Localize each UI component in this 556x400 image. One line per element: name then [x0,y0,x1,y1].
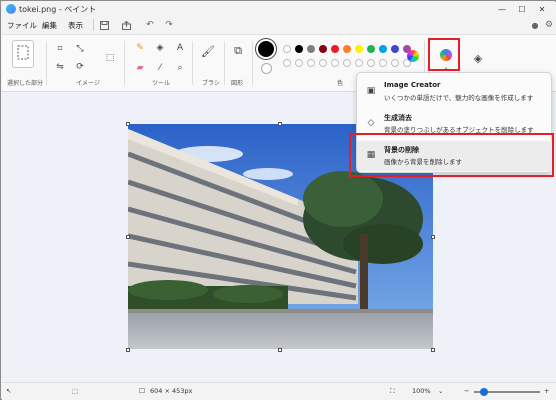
color-swatch[interactable] [379,45,387,53]
custom-color-swatch[interactable] [367,59,375,67]
zoom-out-icon[interactable]: − [464,387,469,395]
colors-group-label: 色 [337,80,344,87]
color-swatch[interactable] [343,45,351,53]
paint-app-icon [6,4,16,14]
secondary-color-swatch[interactable] [261,63,272,74]
color-swatch[interactable] [283,45,291,53]
color-swatch[interactable] [355,45,363,53]
zoom-slider-thumb[interactable] [480,388,488,396]
menu-bar: ファイル 編集 表示 ↶ ↷ ● ⚙ [2,16,556,34]
resize-handle[interactable] [278,122,282,126]
settings-gear-icon[interactable]: ⚙ [543,19,555,31]
selection-size-icon: ⬚ [72,387,79,395]
ribbon-separator [192,41,193,85]
menu-item-image-creator[interactable]: ▣ Image Creator いくつかの単語だけで、魅力的な画像を作成します [357,77,553,107]
magnifier-icon[interactable]: ⌕ [174,62,186,74]
fit-to-window-icon[interactable]: ⛶ [390,387,395,396]
custom-color-swatch[interactable] [283,59,291,67]
account-icon[interactable]: ● [529,19,541,31]
custom-color-swatch[interactable] [343,59,351,67]
color-swatch[interactable] [331,45,339,53]
eraser-icon[interactable]: ▰ [134,62,146,74]
menu-file[interactable]: ファイル [7,20,37,31]
resize-icon[interactable]: ⤡ [74,43,86,55]
image-group-label: イメージ [76,80,100,87]
fill-bucket-icon[interactable]: ◈ [154,42,166,54]
redo-icon[interactable]: ↷ [163,19,175,31]
highlight-box-remove-background [349,133,554,177]
pointer-position-icon: ↖ [6,387,12,395]
image-dimensions: 604 × 453px [150,387,193,395]
resize-handle[interactable] [431,348,435,352]
brush-group-label: ブラシ [202,80,220,87]
color-swatch[interactable] [367,45,375,53]
maximize-button[interactable]: ☐ [512,2,532,16]
chevron-down-icon[interactable]: ⌄ [438,387,443,395]
layers-icon[interactable]: ◈ [472,52,484,65]
status-bar: ↖ ⬚ ☐ 604 × 453px ⛶ 100% ⌄ − + [2,382,556,400]
resize-handle[interactable] [126,235,130,239]
current-color-swatch[interactable] [258,41,274,57]
menu-item-title: Image Creator [384,81,441,89]
ribbon-separator [46,41,47,85]
crop-icon[interactable]: ⌗ [54,43,66,55]
custom-color-swatch[interactable] [331,59,339,67]
menu-item-description: いくつかの単語だけで、魅力的な画像を作成します [384,94,534,102]
menu-item-title: 生成消去 [384,114,412,122]
generative-erase-icon: ◇ [367,118,375,128]
color-swatch[interactable] [391,45,399,53]
selection-tool-button[interactable] [12,40,34,68]
ribbon-separator [252,41,253,85]
image-size-icon: ☐ [139,387,145,395]
custom-color-swatch[interactable] [295,59,303,67]
color-swatch[interactable] [307,45,315,53]
tools-group-label: ツール [152,80,171,87]
brush-icon[interactable]: 🖌 [201,45,215,58]
resize-handle[interactable] [278,348,282,352]
resize-handle[interactable] [126,348,130,352]
custom-color-swatch[interactable] [379,59,387,67]
undo-icon[interactable]: ↶ [144,19,156,31]
custom-color-swatch[interactable] [307,59,315,67]
zoom-level[interactable]: 100% [412,387,431,395]
pencil-icon[interactable]: ✎ [134,42,146,54]
shapes-icon[interactable]: ⧉ [232,44,244,57]
selection-group-label: 選択した部分 [7,80,44,87]
color-swatch[interactable] [319,45,327,53]
menu-edit[interactable]: 編集 [42,20,57,31]
menu-divider [93,19,94,31]
close-button[interactable]: ✕ [532,2,552,16]
highlight-box-copilot [428,38,460,71]
paint-window: tokei.png - ペイント — ☐ ✕ ファイル 編集 表示 ↶ ↷ ● … [0,0,556,400]
resize-handle[interactable] [126,122,130,126]
menu-view[interactable]: 表示 [68,20,83,31]
text-tool-icon[interactable]: A [174,42,186,54]
flip-icon[interactable]: ⇋ [54,61,66,73]
color-swatch[interactable] [295,45,303,53]
resize-handle[interactable] [431,235,435,239]
shapes-group-label: 図形 [231,80,244,87]
zoom-slider[interactable] [474,388,540,396]
minimize-button[interactable]: — [492,2,512,16]
custom-color-swatch[interactable] [319,59,327,67]
share-icon[interactable] [120,19,132,31]
zoom-in-icon[interactable]: + [544,387,549,395]
ribbon-separator [224,41,225,85]
save-icon[interactable] [98,19,110,31]
rotate-icon[interactable]: ⟳ [74,61,86,73]
color-picker-icon[interactable]: ⁄ [154,62,166,74]
edit-colors-icon[interactable] [407,50,419,62]
window-title: tokei.png - ペイント [19,5,97,14]
image-select-icon[interactable]: ⬚ [104,52,116,64]
custom-color-swatch[interactable] [391,59,399,67]
custom-color-swatch[interactable] [355,59,363,67]
title-bar: tokei.png - ペイント — ☐ ✕ [2,2,556,16]
ribbon-separator [124,41,125,85]
image-creator-icon: ▣ [366,86,376,96]
